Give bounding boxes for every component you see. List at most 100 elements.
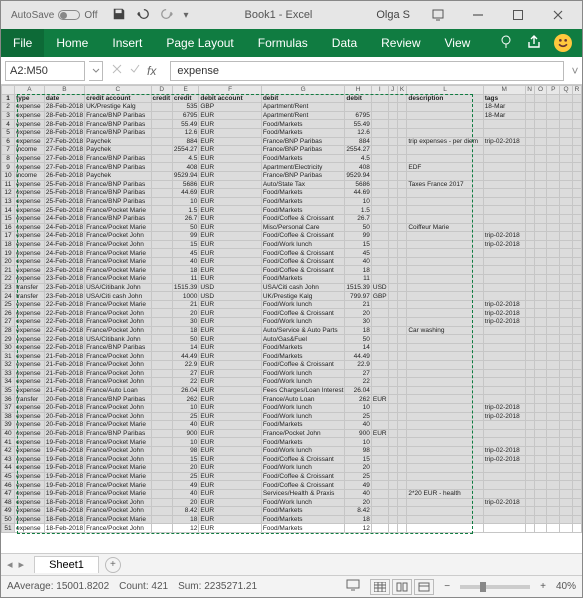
cell[interactable]: Food/Work lunch [261, 446, 345, 455]
cell[interactable]: Food/Coffee & Croissant [261, 266, 345, 275]
cell[interactable] [560, 111, 573, 120]
cell[interactable] [151, 111, 172, 120]
cell[interactable] [534, 464, 547, 473]
cell[interactable] [560, 403, 573, 412]
cell[interactable]: USD [199, 283, 261, 292]
cell[interactable] [151, 429, 172, 438]
cell[interactable] [397, 352, 407, 361]
cell[interactable]: USA/Citibank John [85, 283, 151, 292]
cell[interactable] [371, 309, 388, 318]
cell[interactable]: Paychek [85, 137, 151, 146]
cell[interactable] [388, 240, 397, 249]
cell[interactable] [151, 206, 172, 215]
cell[interactable] [525, 378, 534, 387]
table-row[interactable]: 41expense19-Feb-2018France/Pocket Marie1… [2, 438, 582, 447]
row-header[interactable]: 42 [2, 446, 15, 455]
cell[interactable]: EUR [199, 180, 261, 189]
cell[interactable] [397, 206, 407, 215]
cell[interactable]: EUR [199, 524, 261, 533]
cell[interactable] [397, 472, 407, 481]
cell[interactable] [388, 223, 397, 232]
cell[interactable] [573, 378, 582, 387]
cell[interactable] [371, 361, 388, 370]
table-row[interactable]: 20expense24-Feb-2018France/Pocket Marie4… [2, 257, 582, 266]
cell[interactable] [573, 464, 582, 473]
cell[interactable] [371, 94, 388, 103]
cell[interactable]: Food/Coffee & Croissant [261, 361, 345, 370]
cell[interactable] [388, 395, 397, 404]
cell[interactable]: 18-Feb-2018 [44, 498, 84, 507]
cell[interactable]: 26.04 [345, 386, 372, 395]
cell[interactable]: 25-Feb-2018 [44, 180, 84, 189]
cell[interactable] [397, 94, 407, 103]
cell[interactable] [534, 154, 547, 163]
cell[interactable]: description [407, 94, 483, 103]
cell[interactable]: 262 [345, 395, 372, 404]
cell[interactable]: 24-Feb-2018 [44, 257, 84, 266]
cell[interactable]: 27-Feb-2018 [44, 146, 84, 155]
cell[interactable]: 4.5 [172, 154, 199, 163]
col-header[interactable]: Q [560, 86, 573, 95]
cell[interactable] [573, 94, 582, 103]
cell[interactable]: expense [15, 412, 45, 421]
cell[interactable] [573, 214, 582, 223]
cell[interactable] [534, 111, 547, 120]
cell[interactable] [371, 275, 388, 284]
row-header[interactable]: 47 [2, 489, 15, 498]
cell[interactable]: Food/Markets [261, 206, 345, 215]
cell[interactable] [534, 515, 547, 524]
cell[interactable] [151, 120, 172, 129]
cell[interactable]: 20-Feb-2018 [44, 395, 84, 404]
cell[interactable] [371, 120, 388, 129]
cell[interactable]: Food/Work lunch [261, 378, 345, 387]
cell[interactable] [371, 163, 388, 172]
cell[interactable]: date [44, 94, 84, 103]
cell[interactable]: expense [15, 249, 45, 258]
cell[interactable] [371, 489, 388, 498]
cell[interactable] [560, 395, 573, 404]
name-box-dropdown-icon[interactable] [89, 61, 103, 81]
cell[interactable]: GBP [199, 103, 261, 112]
cell[interactable] [483, 429, 525, 438]
table-row[interactable]: 46expense19-Feb-2018France/Pocket Marie4… [2, 481, 582, 490]
cell[interactable] [560, 206, 573, 215]
cell[interactable]: EUR [199, 171, 261, 180]
col-header[interactable]: M [483, 86, 525, 95]
cell[interactable]: 25-Feb-2018 [44, 197, 84, 206]
cell[interactable]: 27-Feb-2018 [44, 154, 84, 163]
cell[interactable]: 21 [345, 300, 372, 309]
cell[interactable] [547, 120, 560, 129]
cell[interactable] [573, 395, 582, 404]
cell[interactable] [525, 266, 534, 275]
cell[interactable]: France/BNP Paribas [85, 154, 151, 163]
cell[interactable]: 15 [345, 240, 372, 249]
cell[interactable]: 49 [172, 481, 199, 490]
cell[interactable] [397, 128, 407, 137]
cell[interactable] [407, 292, 483, 301]
cell[interactable]: Food/Markets [261, 120, 345, 129]
cell[interactable] [525, 386, 534, 395]
row-header[interactable]: 22 [2, 275, 15, 284]
cell[interactable]: expense [15, 352, 45, 361]
cell[interactable]: EUR [199, 386, 261, 395]
cell[interactable] [407, 309, 483, 318]
cell[interactable]: trip-02-2018 [483, 232, 525, 241]
cell[interactable]: EUR [199, 361, 261, 370]
cell[interactable]: 50 [172, 223, 199, 232]
cell[interactable]: 20-Feb-2018 [44, 421, 84, 430]
row-header[interactable]: 46 [2, 481, 15, 490]
cell[interactable]: USA/Citi cash John [85, 292, 151, 301]
cell[interactable] [397, 214, 407, 223]
cell[interactable] [388, 378, 397, 387]
cell[interactable] [534, 386, 547, 395]
col-header[interactable]: C [85, 86, 151, 95]
cell[interactable]: 20-Feb-2018 [44, 412, 84, 421]
cell[interactable]: France/Pocket Marie [85, 481, 151, 490]
cell[interactable]: 262 [172, 395, 199, 404]
cell[interactable] [151, 103, 172, 112]
cell[interactable] [371, 232, 388, 241]
cell[interactable]: 22-Feb-2018 [44, 318, 84, 327]
cell[interactable]: France/Pocket Marie [85, 464, 151, 473]
cell[interactable]: 21-Feb-2018 [44, 352, 84, 361]
table-row[interactable]: 47expense19-Feb-2018France/Pocket Marie4… [2, 489, 582, 498]
